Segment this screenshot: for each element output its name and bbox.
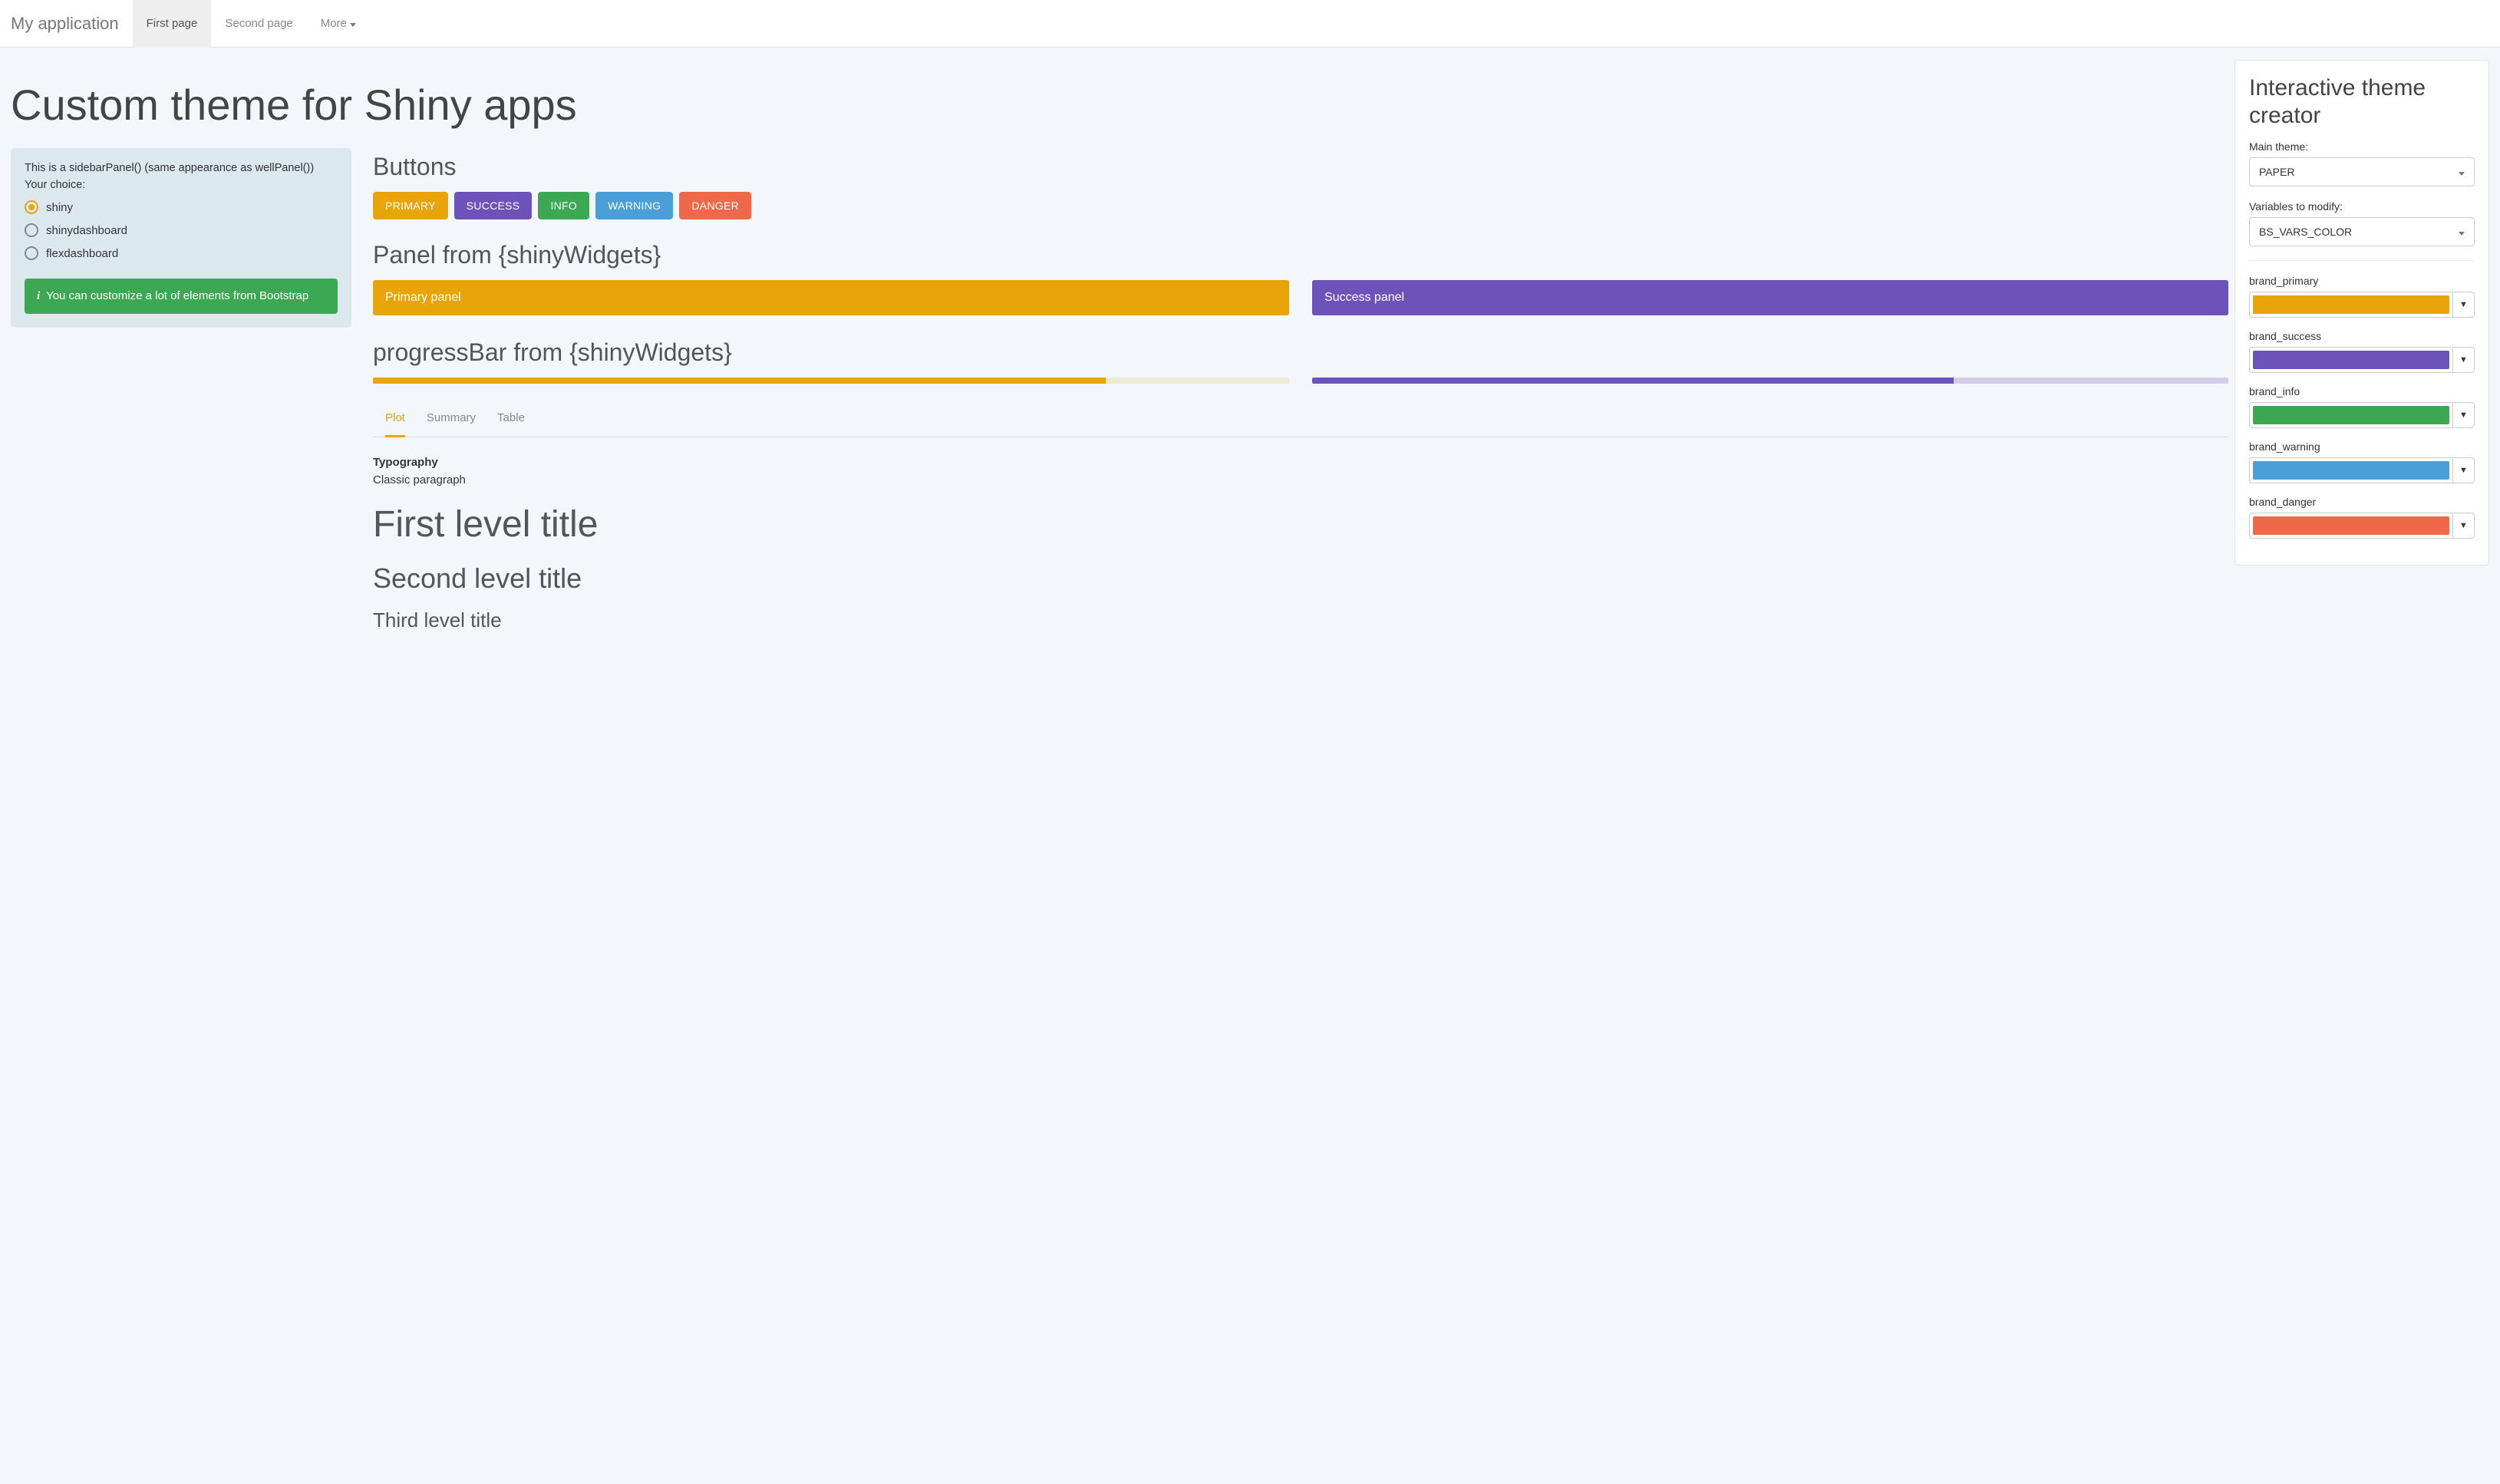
main-panel: Buttons PRIMARY SUCCESS INFO WARNING DAN…	[373, 148, 2489, 641]
color-swatch	[2253, 351, 2449, 369]
divider	[2249, 260, 2475, 261]
color-dropdown-icon: ▼	[2452, 348, 2474, 372]
progress-row	[373, 378, 2228, 384]
color-dropdown-icon: ▼	[2452, 403, 2474, 427]
color-picker-brand-success[interactable]: ▼	[2249, 347, 2475, 373]
buttons-title: Buttons	[373, 153, 2228, 181]
color-field-brand-info: brand_info ▼	[2249, 385, 2475, 428]
main-theme-label: Main theme:	[2249, 140, 2475, 153]
sidebar-intro: This is a sidebarPanel() (same appearanc…	[25, 162, 338, 174]
info-button[interactable]: INFO	[538, 192, 589, 219]
typography-h2: Second level title	[373, 562, 2228, 595]
color-swatch	[2253, 516, 2449, 535]
nav-item-first-page[interactable]: First page	[133, 0, 212, 48]
tab-table[interactable]: Table	[497, 401, 525, 437]
primary-panel: Primary panel	[373, 280, 1289, 315]
select-value: PAPER	[2259, 166, 2294, 178]
typography-h1: First level title	[373, 503, 2228, 546]
color-label: brand_primary	[2249, 275, 2475, 287]
color-picker-brand-primary[interactable]: ▼	[2249, 292, 2475, 318]
navbar-nav: First page Second page More	[133, 0, 370, 48]
color-dropdown-icon: ▼	[2452, 513, 2474, 538]
danger-button[interactable]: DANGER	[679, 192, 751, 219]
color-picker-brand-warning[interactable]: ▼	[2249, 457, 2475, 483]
typography-h3: Third level title	[373, 608, 2228, 632]
tabset: Plot Summary Table	[373, 401, 2228, 437]
nav-item-label: More	[321, 17, 347, 30]
color-field-brand-danger: brand_danger ▼	[2249, 496, 2475, 539]
progress-bar-primary	[373, 378, 1289, 384]
typography-paragraph: Classic paragraph	[373, 473, 2228, 486]
progress-bar-success	[1312, 378, 2228, 384]
success-button[interactable]: SUCCESS	[454, 192, 533, 219]
panel-row: Primary panel Success panel	[373, 280, 2228, 315]
color-field-brand-primary: brand_primary ▼	[2249, 275, 2475, 318]
warning-button[interactable]: WARNING	[595, 192, 673, 219]
color-picker-brand-danger[interactable]: ▼	[2249, 513, 2475, 539]
radio-label: shiny	[46, 201, 73, 214]
caret-down-icon	[350, 17, 356, 30]
sidebar-panel: This is a sidebarPanel() (same appearanc…	[11, 148, 351, 328]
color-swatch	[2253, 295, 2449, 314]
caret-down-icon	[2459, 226, 2465, 238]
page-title: Custom theme for Shiny apps	[11, 80, 2489, 130]
radio-group: shiny shinydashboard flexdashboard	[25, 196, 338, 265]
color-label: brand_success	[2249, 330, 2475, 342]
color-dropdown-icon: ▼	[2452, 292, 2474, 317]
progress-title: progressBar from {shinyWidgets}	[373, 338, 2228, 367]
navbar: My application First page Second page Mo…	[0, 0, 2500, 48]
main-theme-select[interactable]: PAPER	[2249, 157, 2475, 186]
theme-creator-panel: Interactive theme creator Main theme: PA…	[2234, 60, 2489, 566]
color-label: brand_info	[2249, 385, 2475, 397]
nav-item-label: First page	[147, 17, 198, 30]
tab-plot[interactable]: Plot	[385, 401, 405, 437]
tab-summary[interactable]: Summary	[427, 401, 476, 437]
select-value: BS_VARS_COLOR	[2259, 226, 2352, 238]
alert-text: You can customize a lot of elements from…	[46, 289, 308, 302]
panel-title: Panel from {shinyWidgets}	[373, 241, 2228, 269]
typography-section: Typography Classic paragraph First level…	[373, 456, 2228, 632]
color-dropdown-icon: ▼	[2452, 458, 2474, 483]
radio-icon	[25, 200, 38, 214]
page-body: Custom theme for Shiny apps This is a si…	[0, 48, 2500, 652]
nav-item-label: Second page	[225, 17, 292, 30]
radio-option-flexdashboard[interactable]: flexdashboard	[25, 242, 338, 265]
color-label: brand_danger	[2249, 496, 2475, 508]
radio-icon	[25, 223, 38, 237]
vars-label: Variables to modify:	[2249, 200, 2475, 213]
progress-fill	[373, 378, 1106, 384]
radio-option-shiny[interactable]: shiny	[25, 196, 338, 219]
info-icon: i	[37, 290, 40, 302]
alert-success: i You can customize a lot of elements fr…	[25, 279, 338, 314]
nav-item-second-page[interactable]: Second page	[211, 0, 306, 48]
primary-button[interactable]: PRIMARY	[373, 192, 448, 219]
success-panel: Success panel	[1312, 280, 2228, 315]
sidebar-choice-label: Your choice:	[25, 179, 338, 191]
color-field-brand-warning: brand_warning ▼	[2249, 440, 2475, 483]
main-row: This is a sidebarPanel() (same appearanc…	[11, 148, 2489, 641]
button-row: PRIMARY SUCCESS INFO WARNING DANGER	[373, 192, 2228, 219]
radio-label: shinydashboard	[46, 224, 127, 237]
theme-panel-title: Interactive theme creator	[2249, 74, 2475, 130]
typography-heading: Typography	[373, 456, 2228, 469]
caret-down-icon	[2459, 166, 2465, 178]
color-label: brand_warning	[2249, 440, 2475, 453]
color-field-brand-success: brand_success ▼	[2249, 330, 2475, 373]
nav-item-more[interactable]: More	[307, 0, 370, 48]
color-swatch	[2253, 406, 2449, 424]
color-picker-brand-info[interactable]: ▼	[2249, 402, 2475, 428]
vars-select[interactable]: BS_VARS_COLOR	[2249, 217, 2475, 246]
radio-option-shinydashboard[interactable]: shinydashboard	[25, 219, 338, 242]
radio-label: flexdashboard	[46, 247, 118, 260]
app-brand: My application	[11, 14, 133, 34]
radio-icon	[25, 246, 38, 260]
progress-fill	[1312, 378, 1954, 384]
color-swatch	[2253, 461, 2449, 480]
